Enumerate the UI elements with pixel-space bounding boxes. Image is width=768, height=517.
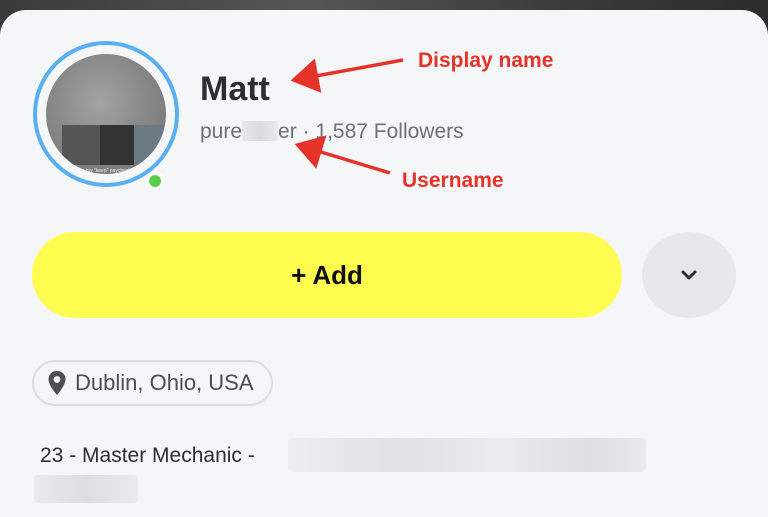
bio-redaction: [34, 475, 138, 503]
map-pin-icon: [48, 371, 66, 395]
arrow-username: [294, 135, 391, 175]
add-friend-button[interactable]: + Add: [32, 232, 622, 318]
bio-text: 23 - Master Mechanic -: [40, 444, 255, 467]
location-text: Dublin, Ohio, USA: [75, 370, 254, 395]
location-chip[interactable]: Dublin, Ohio, USA: [32, 360, 273, 406]
more-options-button[interactable]: [642, 232, 736, 318]
profile-sheet: It's my "keep" paycheck.. Matt pure er · …: [0, 10, 768, 517]
plus-icon: +: [291, 259, 307, 290]
chevron-down-icon: [681, 270, 697, 280]
arrow-display-name: [290, 58, 404, 93]
add-friend-label: Add: [312, 259, 363, 290]
bio-redaction: [288, 438, 646, 472]
